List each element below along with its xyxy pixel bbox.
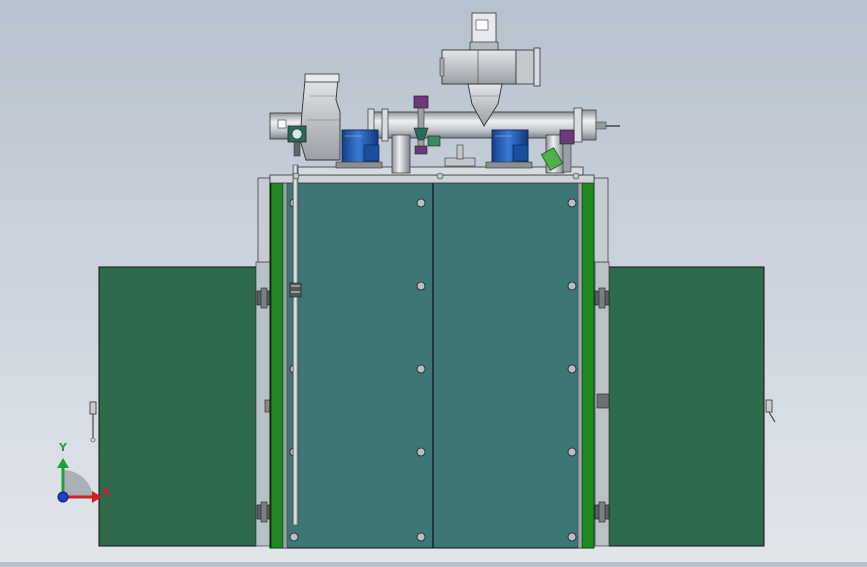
coordinate-triad	[57, 458, 102, 503]
right-frame-edge	[577, 177, 583, 549]
top-ventilation-fan	[439, 12, 541, 127]
main-cabinet	[269, 164, 595, 549]
left-door-handle	[89, 401, 97, 443]
left-centrifugal-fan	[299, 73, 341, 161]
right-green-frame	[581, 177, 595, 549]
left-riser-pipe	[391, 134, 411, 174]
left-hinge-column	[255, 261, 272, 547]
left-green-frame	[270, 177, 284, 549]
right-pump-motor	[485, 129, 533, 169]
cad-viewport[interactable]	[0, 0, 867, 562]
right-hinge-column	[594, 261, 610, 547]
left-side-door	[89, 266, 257, 547]
triad-z-axis	[57, 491, 69, 503]
left-frame-edge	[282, 177, 288, 549]
left-pump-motor	[335, 129, 383, 169]
right-side-door	[608, 266, 776, 547]
triad-x-label: X	[102, 486, 111, 499]
right-upper-cap	[593, 177, 609, 263]
cabinet-top-rail	[269, 174, 595, 184]
right-door-handle	[765, 399, 776, 423]
triad-y-label: Y	[59, 441, 67, 454]
top-equipment	[269, 12, 620, 180]
